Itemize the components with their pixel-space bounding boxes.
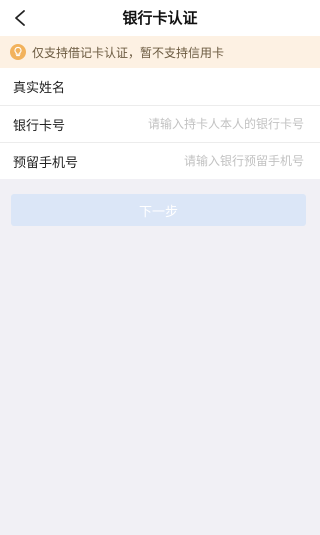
phone-input[interactable] (86, 154, 304, 168)
notice-text: 仅支持借记卡认证，暂不支持信用卡 (32, 45, 225, 60)
notice-bar: 仅支持借记卡认证，暂不支持信用卡 (0, 36, 320, 68)
page-title: 银行卡认证 (122, 9, 198, 27)
card-number-label: 银行卡号 (13, 118, 66, 134)
form-row-phone: 预留手机号 (0, 142, 320, 179)
form-row-real-name: 真实姓名 (0, 68, 320, 105)
real-name-label: 真实姓名 (13, 81, 66, 96)
real-name-input[interactable] (73, 79, 304, 94)
form-row-card-number: 银行卡号 (0, 105, 320, 142)
phone-label: 预留手机号 (13, 155, 79, 171)
lightbulb-icon (10, 44, 26, 60)
card-number-input[interactable] (73, 117, 304, 131)
bank-card-form: 真实姓名 银行卡号 预留手机号 (0, 68, 320, 179)
next-button[interactable]: 下一步 (11, 194, 306, 226)
nav-bar: 银行卡认证 (0, 0, 320, 36)
